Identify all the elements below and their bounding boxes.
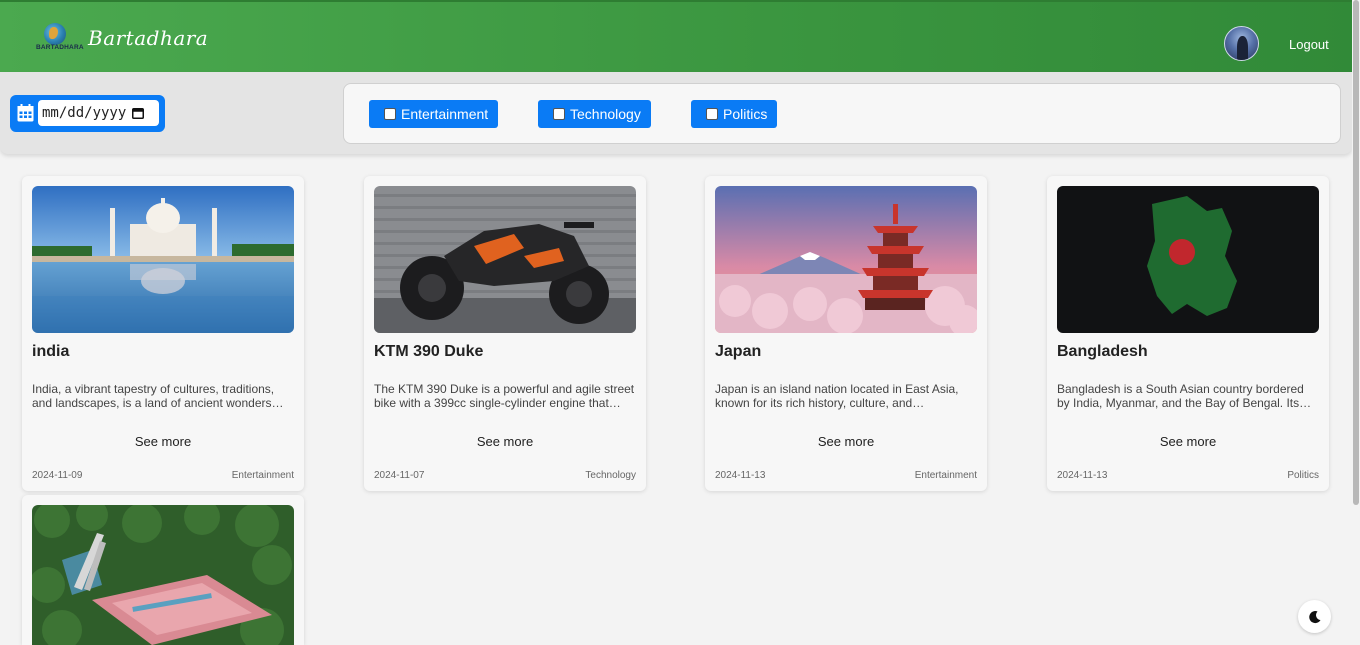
card-category: Entertainment (231, 470, 294, 481)
date-placeholder: mm/dd/yyyy (42, 105, 127, 121)
user-avatar[interactable] (1224, 26, 1259, 61)
news-card[interactable]: india India, a vibrant tapestry of cultu… (22, 176, 304, 491)
moon-icon (1308, 610, 1320, 623)
theme-toggle-button[interactable] (1298, 600, 1331, 633)
category-technology[interactable]: Technology (538, 100, 651, 128)
card-description: Japan is an island nation located in Eas… (715, 382, 959, 410)
card-category: Politics (1287, 470, 1319, 481)
card-date: 2024-11-09 (32, 470, 83, 481)
category-filter-panel: Entertainment Technology Politics (343, 83, 1341, 144)
news-card[interactable] (22, 495, 304, 645)
date-input[interactable]: mm/dd/yyyy (38, 100, 159, 126)
category-label: Technology (570, 106, 641, 122)
brand-name[interactable]: Bartadhara (88, 26, 208, 50)
see-more-button[interactable]: See more (22, 434, 304, 449)
see-more-button[interactable]: See more (705, 434, 987, 449)
scrollbar-thumb[interactable] (1353, 0, 1359, 505)
card-title[interactable]: india (32, 343, 69, 361)
card-description: Bangladesh is a South Asian country bord… (1057, 382, 1312, 410)
logo-text: BARTADHARA (36, 44, 84, 51)
category-label: Politics (723, 106, 768, 122)
news-card[interactable]: Bangladesh Bangladesh is a South Asian c… (1047, 176, 1329, 491)
category-entertainment[interactable]: Entertainment (369, 100, 498, 128)
category-label: Entertainment (401, 106, 489, 122)
globe-icon (44, 23, 66, 45)
card-description: India, a vibrant tapestry of cultures, t… (32, 382, 284, 410)
see-more-button[interactable]: See more (1047, 434, 1329, 449)
site-logo[interactable]: BARTADHARA (36, 23, 84, 53)
card-title[interactable]: Japan (715, 343, 761, 361)
card-description: The KTM 390 Duke is a powerful and agile… (374, 382, 635, 410)
entertainment-checkbox[interactable] (384, 108, 396, 120)
politics-checkbox[interactable] (706, 108, 718, 120)
calendar-icon[interactable] (17, 104, 34, 122)
technology-checkbox[interactable] (553, 108, 565, 120)
category-politics[interactable]: Politics (691, 100, 777, 128)
news-card[interactable]: KTM 390 Duke The KTM 390 Duke is a power… (364, 176, 646, 491)
card-image-motorcycle[interactable] (374, 186, 636, 333)
filter-bar: mm/dd/yyyy Entertainment Technology Poli… (0, 72, 1352, 154)
card-image-bangladesh-map[interactable] (1057, 186, 1319, 333)
date-filter: mm/dd/yyyy (10, 95, 165, 132)
card-date: 2024-11-13 (1057, 470, 1108, 481)
logout-link[interactable]: Logout (1289, 37, 1329, 52)
card-image-taj-mahal[interactable] (32, 186, 294, 333)
card-title[interactable]: KTM 390 Duke (374, 343, 483, 361)
card-image-pagoda[interactable] (715, 186, 977, 333)
card-date: 2024-11-07 (374, 470, 425, 481)
date-picker-icon[interactable] (132, 107, 145, 119)
card-date: 2024-11-13 (715, 470, 766, 481)
top-navbar: BARTADHARA Bartadhara Logout (0, 0, 1360, 72)
see-more-button[interactable]: See more (364, 434, 646, 449)
news-card[interactable]: Japan Japan is an island nation located … (705, 176, 987, 491)
card-image-memorial[interactable] (32, 505, 294, 645)
card-category: Technology (585, 470, 636, 481)
card-category: Entertainment (914, 470, 977, 481)
card-title[interactable]: Bangladesh (1057, 343, 1148, 361)
